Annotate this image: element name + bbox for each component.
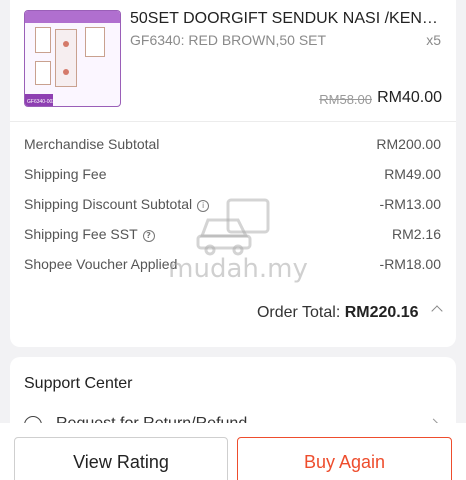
- row-label: Shopee Voucher Applied: [24, 256, 178, 272]
- support-center-title: Support Center: [24, 375, 133, 392]
- thumbnail-ornament: [63, 41, 69, 47]
- shipping-fee-row: Shipping Fee RM49.00: [24, 166, 441, 186]
- row-label: Shipping Fee: [24, 166, 107, 182]
- row-value: RM49.00: [384, 166, 441, 182]
- row-label: Shipping Discount Subtotal i: [24, 196, 210, 212]
- product-price: RM40.00: [377, 89, 442, 106]
- thumbnail-panel: [55, 29, 77, 87]
- row-value: RM2.16: [391, 226, 441, 242]
- thumbnail-panel: [35, 27, 51, 53]
- row-value: RM200.00: [376, 136, 441, 152]
- thumbnail-panel: [85, 27, 105, 57]
- thumbnail-panel: [35, 61, 51, 85]
- product-variant: GF6340: RED BROWN,50 SET: [130, 32, 327, 48]
- thumbnail-ornament: [63, 69, 69, 75]
- bottom-action-bar: View Rating Buy Again: [0, 423, 466, 480]
- product-quantity: x5: [426, 32, 441, 48]
- order-total-label: Order Total:: [256, 304, 341, 321]
- product-title[interactable]: 50SET DOORGIFT SENDUK NASI /KENDURI: [130, 10, 448, 28]
- row-label-text: Shipping Fee SST: [24, 226, 138, 242]
- divider: [10, 121, 456, 122]
- thumbnail-banner: [25, 11, 120, 23]
- row-label: Merchandise Subtotal: [24, 136, 160, 152]
- order-total-amount: RM220.16: [344, 304, 419, 321]
- voucher-applied-row: Shopee Voucher Applied -RM18.00: [24, 256, 441, 276]
- merchandise-subtotal-row: Merchandise Subtotal RM200.00: [24, 136, 441, 156]
- info-icon[interactable]: i: [197, 200, 210, 212]
- row-label-text: Shipping Discount Subtotal: [24, 196, 193, 212]
- row-value: -RM13.00: [379, 196, 441, 212]
- row-value: -RM18.00: [379, 256, 441, 272]
- product-thumbnail[interactable]: GF6340-003: [24, 10, 121, 107]
- chevron-up-icon[interactable]: [431, 305, 443, 317]
- original-price: RM58.00: [319, 92, 372, 107]
- order-total[interactable]: Order Total: RM220.16: [256, 304, 443, 322]
- shipping-discount-row: Shipping Discount Subtotal i -RM13.00: [24, 196, 441, 216]
- view-rating-button[interactable]: View Rating: [14, 437, 228, 480]
- thumbnail-label: GF6340-003: [27, 99, 56, 105]
- question-icon[interactable]: ?: [142, 230, 155, 242]
- row-label: Shipping Fee SST?: [24, 226, 155, 242]
- buy-again-button[interactable]: Buy Again: [237, 437, 452, 480]
- shipping-fee-sst-row: Shipping Fee SST? RM2.16: [24, 226, 441, 246]
- order-card: GF6340-003 50SET DOORGIFT SENDUK NASI /K…: [10, 0, 456, 347]
